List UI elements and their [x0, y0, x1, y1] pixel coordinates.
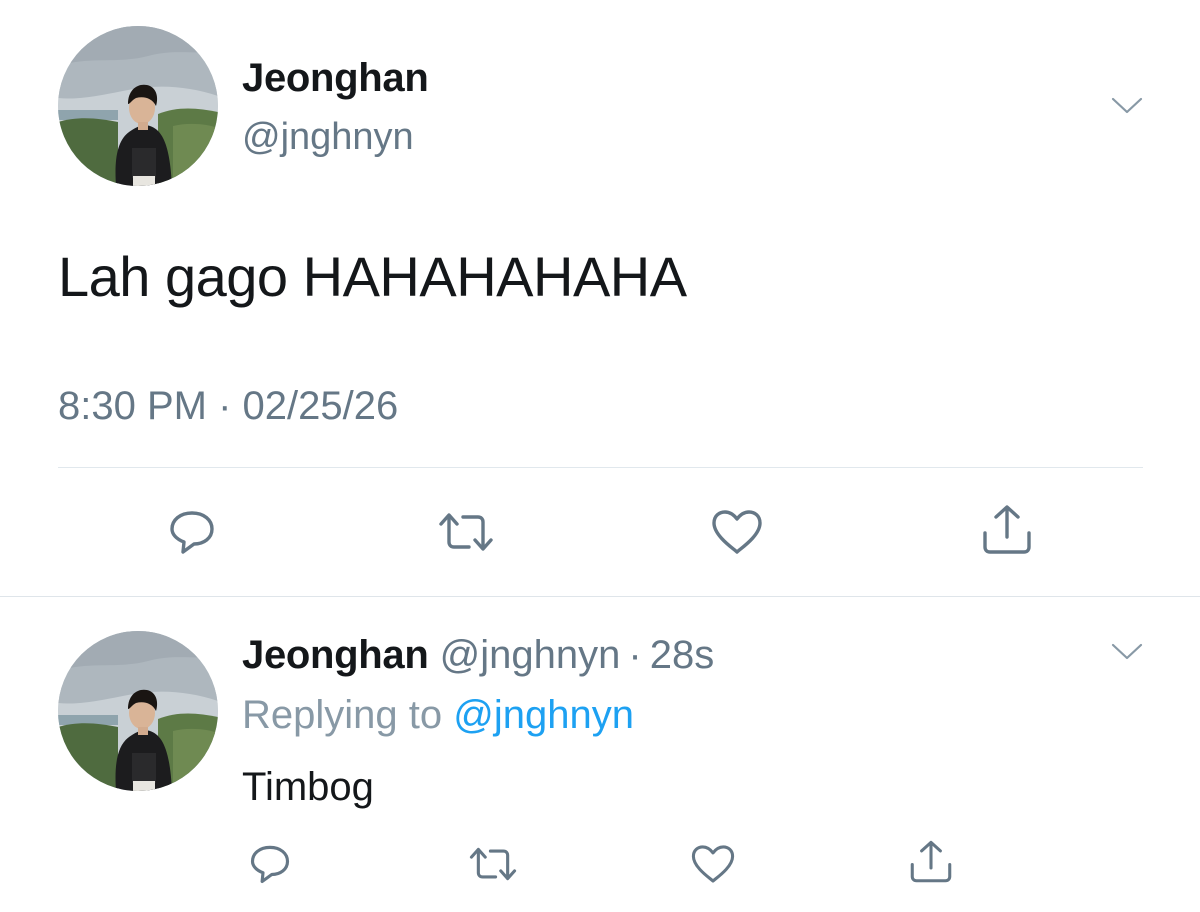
separator-dot: · — [620, 633, 650, 677]
reply-button[interactable] — [244, 841, 296, 887]
reply-tweet[interactable]: Jeonghan @jnghnyn · 28s Replying to @jng… — [0, 597, 1200, 912]
retweet-icon — [469, 847, 517, 881]
reply-header: Jeonghan @jnghnyn · 28s — [242, 633, 714, 678]
author-name[interactable]: Jeonghan — [242, 56, 429, 101]
replying-to-handle-link[interactable]: @jnghnyn — [453, 693, 634, 737]
avatar-photo — [58, 631, 218, 791]
main-tweet: Jeonghan @jnghnyn Lah gago HAHAHAHAHA 8:… — [0, 0, 1200, 596]
reply-text: Timbog — [242, 765, 374, 809]
tweet-text: Lah gago HAHAHAHAHA — [58, 245, 687, 308]
reply-icon — [250, 845, 290, 884]
retweet-button[interactable] — [434, 506, 498, 558]
chevron-down-icon[interactable] — [1110, 642, 1144, 662]
reply-button[interactable] — [162, 506, 222, 558]
divider — [58, 467, 1143, 468]
replying-to: Replying to @jnghnyn — [242, 693, 634, 738]
share-button[interactable] — [976, 502, 1038, 558]
tweet-timestamp[interactable]: 8:30 PM · 02/25/26 — [58, 384, 398, 429]
like-button[interactable] — [686, 841, 740, 887]
share-button[interactable] — [904, 837, 958, 887]
retweet-icon — [439, 513, 493, 551]
avatar-photo — [58, 26, 218, 186]
avatar[interactable] — [58, 26, 218, 186]
avatar[interactable] — [58, 631, 218, 791]
share-icon — [983, 505, 1031, 554]
heart-icon — [691, 845, 735, 883]
like-button[interactable] — [706, 506, 768, 558]
retweet-button[interactable] — [465, 841, 521, 887]
author-handle[interactable]: @jnghnyn — [242, 116, 414, 159]
author-name[interactable]: Jeonghan — [242, 633, 429, 677]
replying-to-label: Replying to — [242, 693, 443, 737]
author-handle[interactable]: @jnghnyn — [440, 633, 621, 677]
chevron-down-icon[interactable] — [1110, 96, 1144, 116]
share-icon — [910, 840, 952, 883]
heart-icon — [712, 510, 762, 554]
reply-icon — [170, 511, 214, 554]
time-ago: 28s — [649, 633, 715, 677]
